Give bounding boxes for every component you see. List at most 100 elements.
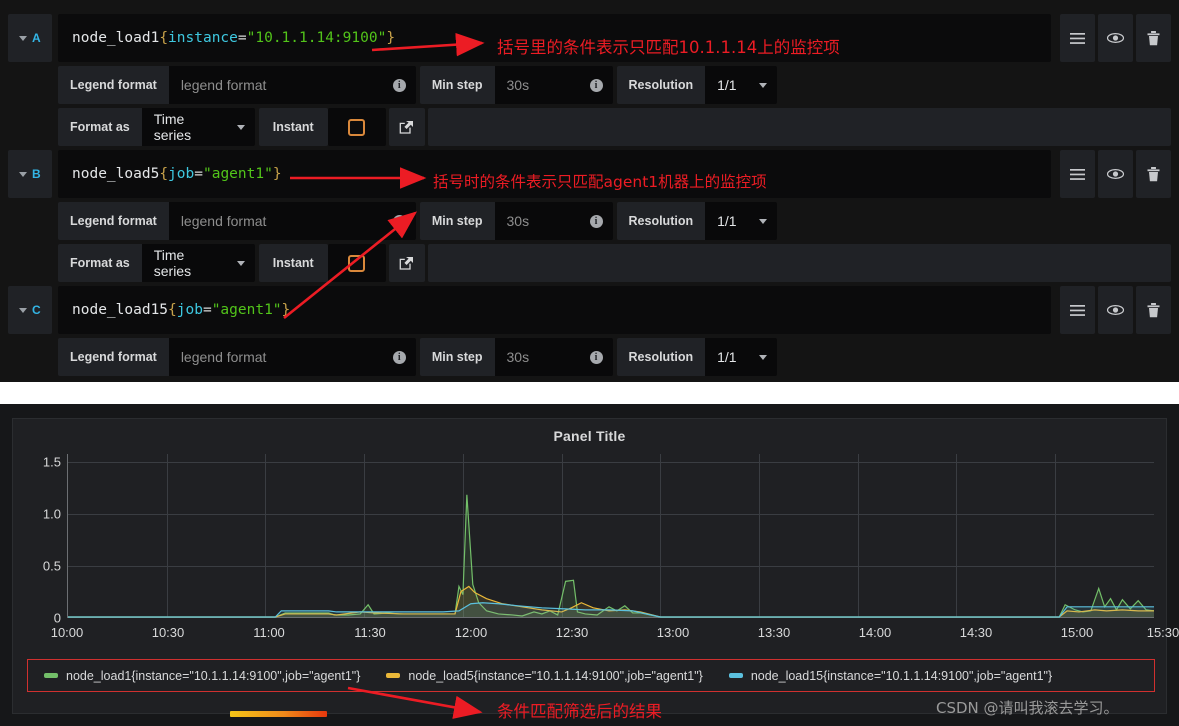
- query-actions-c: [1057, 286, 1171, 334]
- legend-format-input-a[interactable]: legend format i: [168, 66, 416, 104]
- format-as-value-b: Time series: [153, 247, 192, 279]
- legend-color-swatch: [386, 673, 401, 678]
- min-step-input-a[interactable]: 30s i: [494, 66, 613, 104]
- format-as-label-b: Format as: [58, 244, 142, 282]
- query-format-row-b: Format as Time series Instant: [58, 244, 1171, 282]
- info-icon[interactable]: i: [392, 350, 406, 364]
- instant-checkbox-cell-b[interactable]: [327, 244, 386, 282]
- y-tick-4: 0: [53, 610, 61, 626]
- eye-icon[interactable]: [1098, 14, 1133, 62]
- legend-item[interactable]: node_load15{instance="10.1.1.14:9100",jo…: [728, 668, 1053, 683]
- instant-checkbox-a[interactable]: [348, 118, 366, 136]
- legend-format-placeholder-b: legend format: [180, 213, 267, 229]
- panel-title: Panel Title: [553, 428, 626, 444]
- legend-label: node_load1{instance="10.1.1.14:9100",job…: [66, 668, 361, 683]
- screenshot-root: A node_load1{instance = "10.1.1.14:9100"}: [0, 0, 1179, 726]
- x-tick-9: 14:30: [959, 625, 993, 640]
- query-options-row-b: Legend format legend format i Min step 3…: [58, 202, 1171, 240]
- trash-icon[interactable]: [1136, 286, 1171, 334]
- info-icon[interactable]: i: [589, 214, 603, 228]
- hamburger-icon[interactable]: [1060, 14, 1095, 62]
- min-step-placeholder-c: 30s: [506, 349, 530, 365]
- format-as-label-a: Format as: [58, 108, 142, 146]
- format-as-value-a: Time series: [153, 111, 192, 143]
- hamburger-icon[interactable]: [1060, 286, 1095, 334]
- legend-item[interactable]: node_load5{instance="10.1.1.14:9100",job…: [386, 668, 703, 683]
- legend-format-placeholder-a: legend format: [180, 77, 267, 93]
- chart-series-lines: [68, 454, 1154, 617]
- resolution-select-c[interactable]: 1/1: [705, 338, 778, 376]
- orange-highlight-bar: [230, 711, 327, 717]
- query-toggle-c[interactable]: C: [8, 286, 52, 334]
- legend-color-swatch: [44, 673, 58, 678]
- eye-icon[interactable]: [1098, 286, 1133, 334]
- legend-format-input-c[interactable]: legend format i: [168, 338, 416, 376]
- chevron-down-icon: [236, 124, 245, 130]
- query-expression-c[interactable]: node_load15{job = "agent1"}: [58, 286, 1051, 334]
- resolution-label-a: Resolution: [616, 66, 706, 104]
- query-label-value-b: "agent1": [202, 166, 273, 182]
- instant-label-a: Instant: [258, 108, 328, 146]
- instant-checkbox-b[interactable]: [348, 254, 366, 272]
- instant-label-b: Instant: [258, 244, 328, 282]
- query-label-key-c: job: [176, 302, 203, 318]
- resolution-select-a[interactable]: 1/1: [705, 66, 778, 104]
- query-metric-c: node_load15: [72, 302, 169, 318]
- query-label-value-c: "agent1": [211, 302, 282, 318]
- min-step-input-b[interactable]: 30s i: [494, 202, 613, 240]
- legend-label: node_load15{instance="10.1.1.14:9100",jo…: [750, 668, 1053, 683]
- trash-icon[interactable]: [1136, 14, 1171, 62]
- legend-color-swatch: [728, 673, 743, 678]
- chevron-down-icon: [19, 171, 28, 177]
- resolution-label-c: Resolution: [616, 338, 706, 376]
- format-as-select-a[interactable]: Time series: [141, 108, 255, 146]
- query-letter-a: A: [32, 31, 41, 45]
- x-tick-7: 13:30: [757, 625, 791, 640]
- query-toggle-b[interactable]: B: [8, 150, 52, 198]
- row-filler: [427, 108, 1171, 146]
- trash-icon[interactable]: [1136, 150, 1171, 198]
- x-tick-3: 11:30: [354, 625, 386, 640]
- query-close-brace-c: }: [281, 302, 291, 318]
- legend-format-input-b[interactable]: legend format i: [168, 202, 416, 240]
- query-toggle-a[interactable]: A: [8, 14, 52, 62]
- format-as-select-b[interactable]: Time series: [141, 244, 255, 282]
- query-actions-a: [1057, 14, 1171, 62]
- legend-label: node_load5{instance="10.1.1.14:9100",job…: [408, 668, 703, 683]
- x-tick-2: 11:00: [253, 625, 285, 640]
- legend-format-label-c: Legend format: [58, 338, 169, 376]
- annotation-text-b: 括号时的条件表示只匹配agent1机器上的监控项: [433, 173, 767, 191]
- query-format-row-a: Format as Time series Instant: [58, 108, 1171, 146]
- query-letter-c: C: [32, 303, 41, 317]
- eye-icon[interactable]: [1098, 150, 1133, 198]
- query-editor-panel: A node_load1{instance = "10.1.1.14:9100"}: [0, 0, 1179, 392]
- external-link-icon[interactable]: [388, 108, 425, 146]
- legend-item[interactable]: node_load1{instance="10.1.1.14:9100",job…: [44, 669, 360, 683]
- chevron-down-icon: [19, 35, 28, 41]
- min-step-placeholder-b: 30s: [506, 213, 530, 229]
- hamburger-icon[interactable]: [1060, 150, 1095, 198]
- min-step-label-a: Min step: [419, 66, 495, 104]
- instant-checkbox-cell-a[interactable]: [327, 108, 386, 146]
- chevron-down-icon: [759, 82, 768, 88]
- query-close-brace-a: }: [386, 30, 396, 46]
- query-options-row-a: Legend format legend format i Min step 3…: [58, 66, 1171, 104]
- query-letter-b: B: [32, 167, 41, 181]
- chevron-down-icon: [19, 307, 28, 313]
- min-step-placeholder-a: 30s: [506, 77, 530, 93]
- resolution-select-b[interactable]: 1/1: [705, 202, 778, 240]
- chart-legend: node_load1{instance="10.1.1.14:9100",job…: [27, 659, 1155, 692]
- info-icon[interactable]: i: [589, 350, 603, 364]
- info-icon[interactable]: i: [392, 214, 406, 228]
- legend-format-placeholder-c: legend format: [180, 349, 267, 365]
- info-icon[interactable]: i: [392, 78, 406, 92]
- series-area-0: [68, 494, 1154, 617]
- min-step-input-c[interactable]: 30s i: [494, 338, 613, 376]
- query-open-brace-b: {: [159, 166, 169, 182]
- chevron-down-icon: [759, 218, 768, 224]
- query-equals-b: =: [194, 166, 203, 182]
- info-icon[interactable]: i: [589, 78, 603, 92]
- external-link-icon[interactable]: [388, 244, 425, 282]
